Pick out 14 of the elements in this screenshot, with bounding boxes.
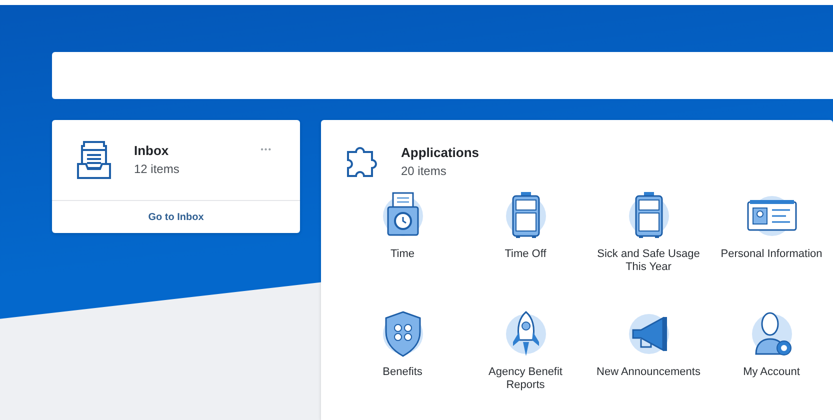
card-title: Inbox — [134, 143, 170, 158]
app-tile[interactable]: Time Off — [464, 190, 587, 294]
item-count: 20 items — [401, 164, 448, 178]
app-tile[interactable]: Personal Information — [710, 190, 833, 294]
app-tile[interactable]: Sick and Safe Usage This Year — [587, 190, 710, 294]
app-tile[interactable]: Agency Benefit Reports — [464, 308, 587, 412]
item-count: 12 items — [134, 162, 180, 176]
card-title: Applications — [401, 145, 480, 160]
inbox-tray-icon — [76, 140, 112, 180]
app-tile[interactable]: New Announcements — [587, 308, 710, 412]
app-tile[interactable]: Time — [341, 190, 464, 294]
app-tile[interactable]: My Account — [710, 308, 833, 412]
go-to-inbox-link[interactable]: Go to Inbox — [148, 212, 204, 222]
app-tile[interactable]: Benefits — [341, 308, 464, 412]
